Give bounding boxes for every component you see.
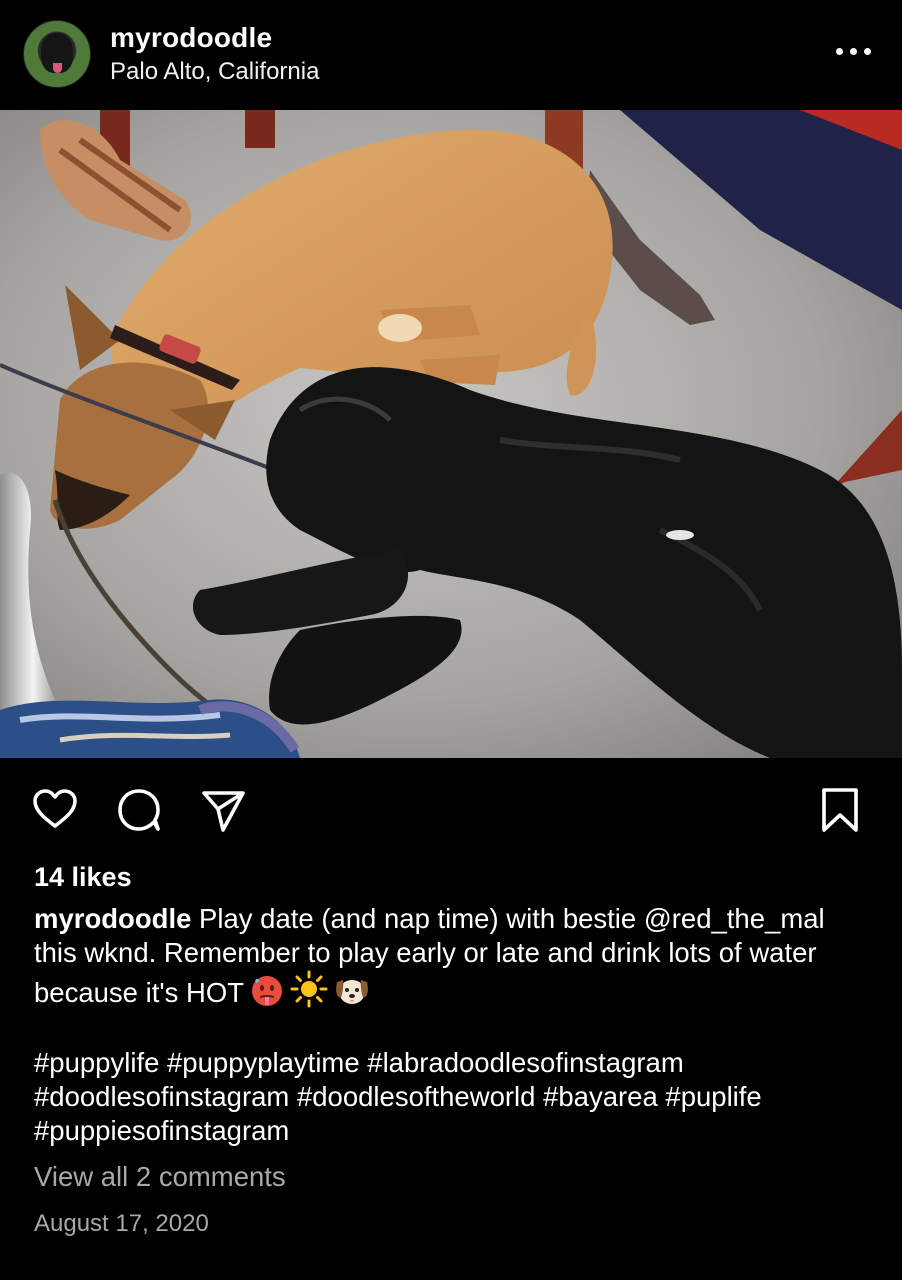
post-header: myrodoodle Palo Alto, California bbox=[0, 0, 902, 108]
heart-icon[interactable] bbox=[29, 784, 81, 836]
likes-count[interactable]: 14 likes bbox=[34, 862, 132, 893]
caption-hashtags[interactable]: #puppylife #puppyplaytime #labradoodleso… bbox=[34, 1046, 874, 1148]
bookmark-icon[interactable] bbox=[814, 784, 866, 836]
comment-bubble-icon[interactable] bbox=[113, 784, 165, 836]
caption-username[interactable]: myrodoodle bbox=[34, 903, 191, 934]
post-photo[interactable] bbox=[0, 110, 902, 758]
post-username[interactable]: myrodoodle bbox=[110, 22, 272, 54]
avatar[interactable] bbox=[23, 20, 91, 88]
post-caption: myrodoodle Play date (and nap time) with… bbox=[34, 902, 874, 1010]
dog-face-emoji bbox=[334, 974, 370, 1008]
action-bar bbox=[0, 778, 902, 842]
post-date: August 17, 2020 bbox=[34, 1210, 209, 1237]
sun-emoji bbox=[290, 970, 328, 1008]
paper-plane-icon[interactable] bbox=[197, 784, 249, 836]
view-comments-link[interactable]: View all 2 comments bbox=[34, 1161, 286, 1193]
more-dots-icon[interactable] bbox=[834, 36, 874, 66]
post-location[interactable]: Palo Alto, California bbox=[110, 58, 319, 86]
hot-face-emoji bbox=[250, 974, 284, 1008]
